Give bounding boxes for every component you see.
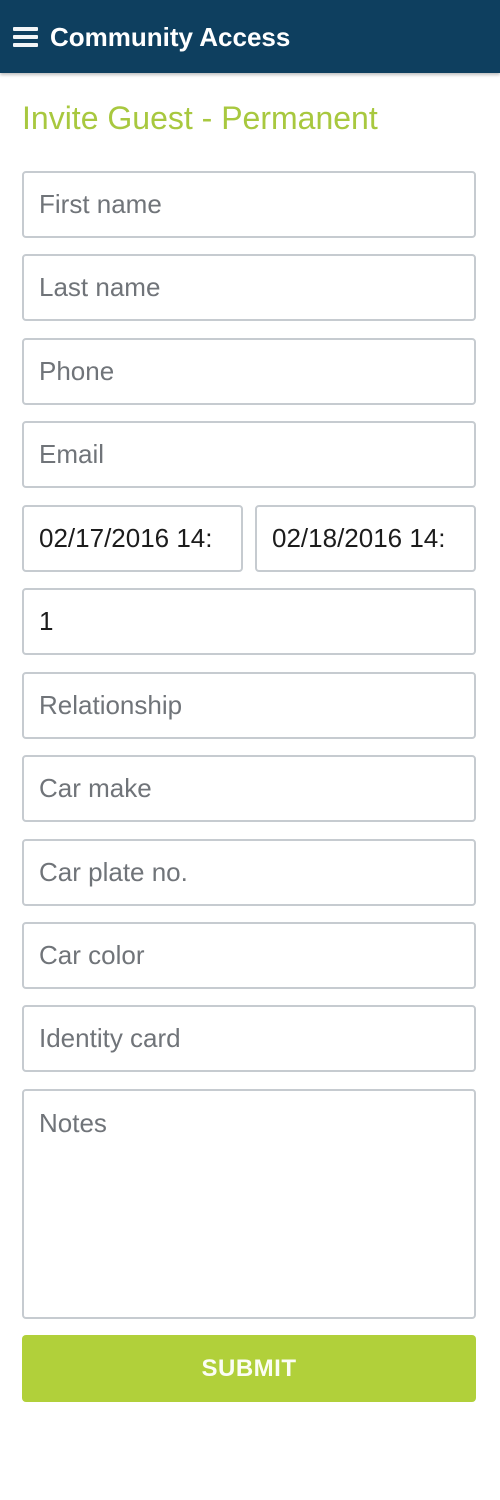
end-datetime-input[interactable] [255, 505, 476, 572]
app-title: Community Access [50, 22, 291, 52]
email-input[interactable] [22, 421, 476, 488]
first-name-input[interactable] [22, 171, 476, 238]
car-color-input[interactable] [22, 922, 476, 989]
guest-count-input[interactable] [22, 588, 476, 655]
phone-input[interactable] [22, 338, 476, 405]
notes-textarea[interactable] [22, 1089, 476, 1319]
hamburger-menu-icon[interactable] [13, 27, 38, 47]
relationship-input[interactable] [22, 672, 476, 739]
car-make-input[interactable] [22, 755, 476, 822]
page-title: Invite Guest - Permanent [22, 100, 378, 136]
identity-card-input[interactable] [22, 1005, 476, 1072]
start-datetime-input[interactable] [22, 505, 243, 572]
car-plate-input[interactable] [22, 839, 476, 906]
app-bar: Community Access [0, 0, 500, 73]
last-name-input[interactable] [22, 254, 476, 321]
submit-button[interactable]: SUBMIT [22, 1335, 476, 1402]
